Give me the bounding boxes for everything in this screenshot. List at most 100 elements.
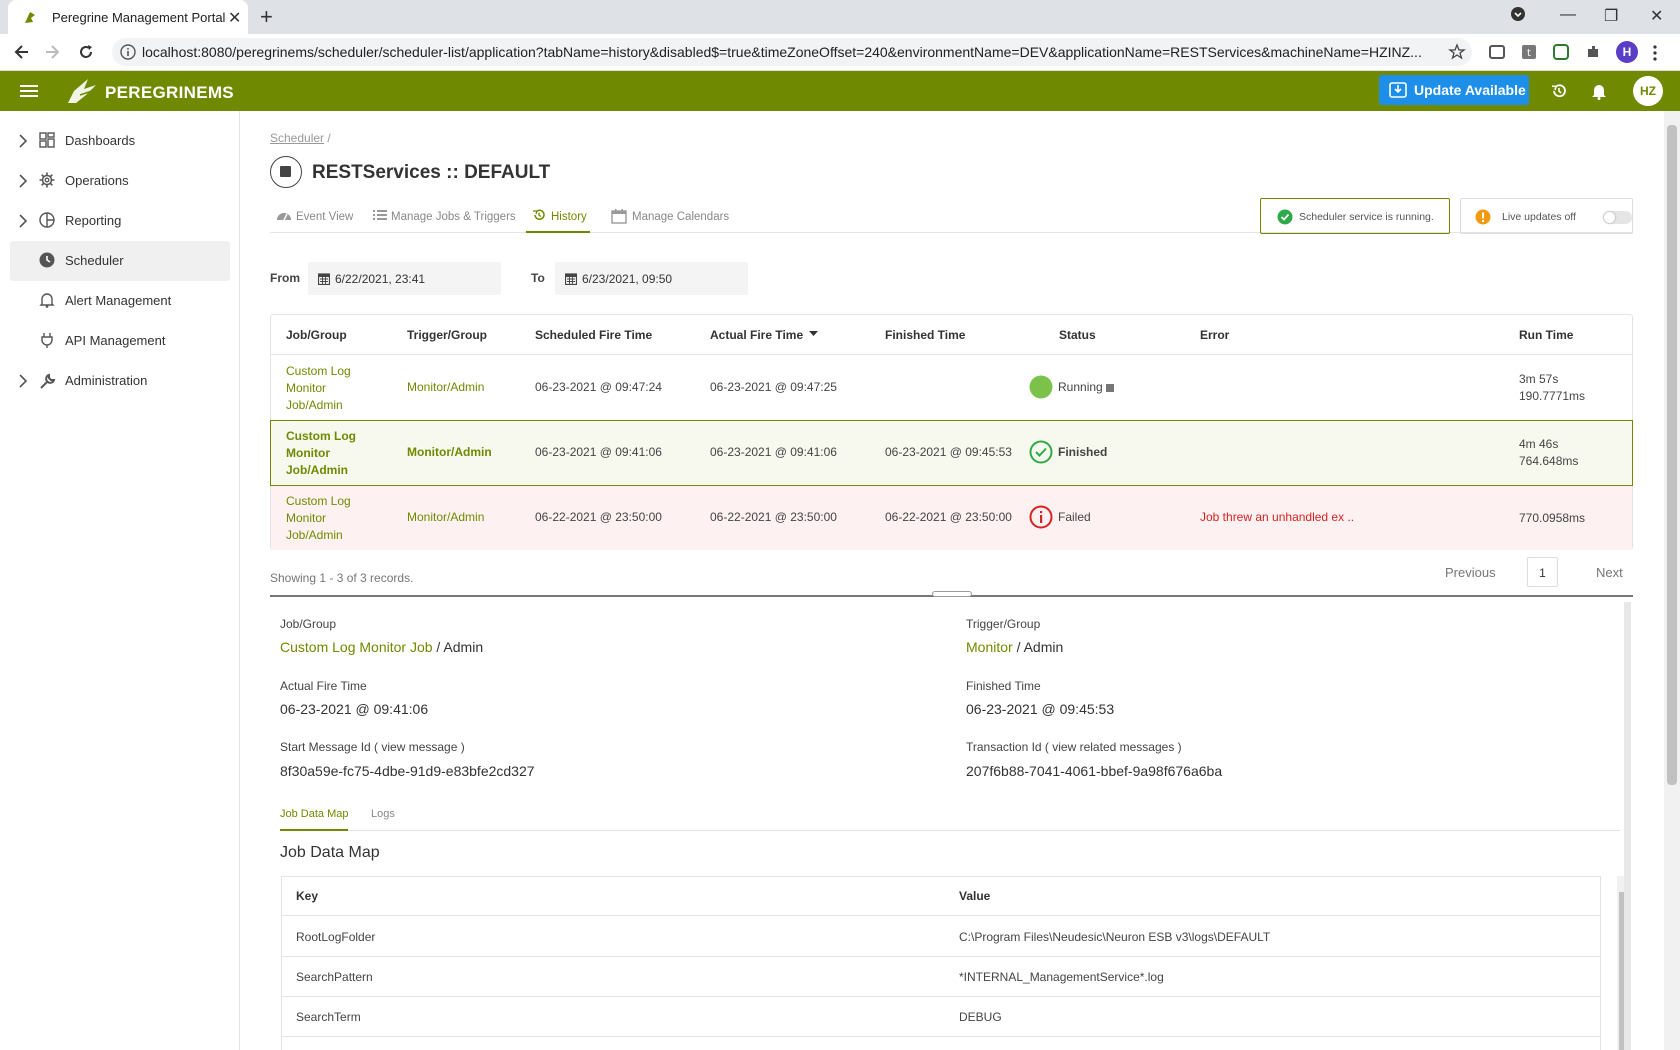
start-message-label[interactable]: Start Message Id ( view message ) [280, 740, 465, 754]
stop-job-icon[interactable] [1106, 383, 1115, 392]
breadcrumb-scheduler-link[interactable]: Scheduler [270, 131, 324, 145]
scheduled-time: 06-23-2021 @ 09:47:24 [535, 380, 662, 394]
scheduled-time: 06-22-2021 @ 23:50:00 [535, 510, 662, 524]
address-bar[interactable]: localhost:8080/peregrinems/scheduler/sch… [112, 38, 1472, 66]
notifications-bell-icon[interactable] [1591, 82, 1607, 100]
tab-manage-calendars[interactable]: Manage Calendars [605, 201, 729, 233]
transaction-id-link[interactable]: 207f6b88-7041-4061-bbef-9a98f676a6ba [966, 763, 1222, 779]
col-finished-time[interactable]: Finished Time [885, 328, 965, 342]
sidebar-item-reporting[interactable]: Reporting [10, 201, 230, 241]
job-details-panel: Job/Group Custom Log Monitor Job / Admin… [270, 598, 1633, 1050]
extensions-puzzle-icon[interactable] [1584, 43, 1602, 61]
sidebar-item-administration[interactable]: Administration [10, 361, 230, 401]
extension-1-icon[interactable] [1488, 43, 1506, 61]
job-data-map-title: Job Data Map [280, 844, 380, 861]
table-row: SearchTerm DEBUG [282, 997, 1600, 1037]
col-trigger-group[interactable]: Trigger/Group [407, 328, 487, 342]
sidebar-item-alert-management[interactable]: Alert Management [10, 281, 230, 321]
col-job-group[interactable]: Job/Group [286, 328, 347, 342]
to-date-value: 6/23/2021, 09:50 [582, 272, 673, 286]
col-actual-fire-time[interactable]: Actual Fire Time [710, 328, 803, 342]
col-scheduled-fire-time[interactable]: Scheduled Fire Time [535, 328, 652, 342]
forward-icon[interactable] [42, 42, 62, 62]
job-group-link[interactable]: Custom Log Monitor Job/Admin [286, 493, 376, 544]
breadcrumb-separator: / [327, 131, 331, 145]
browser-menu-icon[interactable] [1652, 44, 1658, 62]
job-group-label: Job/Group [280, 617, 337, 631]
back-icon[interactable] [12, 42, 32, 62]
scrollbar-thumb[interactable] [1667, 125, 1677, 785]
sidebar-item-api-management[interactable]: API Management [10, 321, 230, 361]
tab-event-view[interactable]: Event View [270, 201, 360, 233]
profile-avatar[interactable]: H [1616, 41, 1638, 63]
update-available-button[interactable]: Update Available [1379, 75, 1529, 105]
to-date-input[interactable]: 6/23/2021, 09:50 [555, 262, 748, 295]
next-page-button[interactable]: Next [1596, 565, 1623, 580]
sidebar-item-label: API Management [65, 333, 166, 348]
sidebar-item-label: Scheduler [65, 253, 124, 268]
actual-time: 06-23-2021 @ 09:41:06 [710, 445, 837, 459]
jdm-value: DEBUG [959, 1010, 1002, 1024]
table-header: Job/Group Trigger/Group Scheduled Fire T… [271, 315, 1632, 355]
from-date-value: 6/22/2021, 23:41 [335, 272, 426, 286]
close-window-icon[interactable]: ✕ [1650, 6, 1663, 26]
trigger-group-value: Monitor / Admin [966, 639, 1064, 655]
stop-scheduler-button[interactable] [270, 156, 302, 188]
detail-tabs: Job Data Map Logs [280, 801, 1620, 831]
history-icon[interactable] [1550, 82, 1568, 100]
extension-3-icon[interactable] [1552, 43, 1570, 61]
tab-job-data-map[interactable]: Job Data Map [280, 808, 349, 831]
sidebar-item-scheduler[interactable]: Scheduler [10, 241, 230, 281]
tab-search-icon[interactable] [1510, 6, 1526, 22]
calendar-icon [318, 272, 330, 285]
sidebar-item-dashboards[interactable]: Dashboards [10, 121, 230, 161]
close-tab-icon[interactable]: ✕ [228, 8, 241, 28]
failed-info-icon [1029, 505, 1053, 529]
current-page[interactable]: 1 [1527, 557, 1558, 587]
live-updates-toggle[interactable] [1603, 211, 1632, 224]
error-link[interactable]: Job threw an unhandled ex .. [1200, 510, 1354, 524]
trigger-name-link[interactable]: Monitor [966, 639, 1013, 655]
url-text: localhost:8080/peregrinems/scheduler/sch… [142, 44, 1422, 60]
table-row[interactable]: Custom Log Monitor Job/Admin Monitor/Admin… [271, 486, 1632, 550]
brand-name: PEREGRINEMS [105, 83, 234, 102]
details-scrollbar[interactable] [1624, 602, 1631, 1050]
start-message-id-link[interactable]: 8f30a59e-fc75-4dbe-91d9-e83bfe2cd327 [280, 763, 535, 779]
col-status[interactable]: Status [1059, 328, 1096, 342]
table-row-selected[interactable]: Custom Log Monitor Job/Admin Monitor/Admin… [270, 420, 1633, 486]
sidebar-item-operations[interactable]: Operations [10, 161, 230, 201]
sort-desc-icon[interactable] [809, 331, 819, 337]
browser-tab[interactable]: Peregrine Management Portal ✕ [8, 0, 248, 34]
job-group-link[interactable]: Custom Log Monitor Job/Admin [286, 428, 376, 479]
splitter-handle[interactable] [932, 591, 972, 597]
user-avatar[interactable]: HZ [1633, 76, 1663, 106]
job-name-link[interactable]: Custom Log Monitor Job [280, 639, 433, 655]
menu-icon[interactable] [20, 83, 38, 99]
page-scrollbar[interactable] [1664, 111, 1680, 1050]
app-header: PEREGRINEMS Update Available HZ [0, 71, 1680, 111]
reload-icon[interactable] [76, 42, 96, 62]
trigger-group-link[interactable]: Monitor/Admin [407, 380, 484, 394]
transaction-id-label[interactable]: Transaction Id ( view related messages ) [966, 740, 1182, 754]
table-header: Key Value [282, 877, 1600, 916]
table-row[interactable]: Custom Log Monitor Job/Admin Monitor/Admin… [271, 356, 1632, 420]
live-updates-label: Live updates off [1502, 211, 1576, 223]
tab-history[interactable]: History [526, 201, 590, 233]
trigger-group-link[interactable]: Monitor/Admin [407, 510, 484, 524]
col-error[interactable]: Error [1200, 328, 1229, 342]
extension-2-icon[interactable]: t [1520, 43, 1538, 61]
site-info-icon[interactable] [120, 44, 136, 60]
col-run-time[interactable]: Run Time [1519, 328, 1573, 342]
restore-icon[interactable]: ❐ [1604, 6, 1618, 26]
trigger-group-link[interactable]: Monitor/Admin [407, 445, 492, 459]
bookmark-star-icon[interactable] [1448, 43, 1466, 61]
new-tab-icon[interactable]: + [260, 4, 273, 30]
from-date-input[interactable]: 6/22/2021, 23:41 [308, 262, 501, 295]
tab-manage-jobs[interactable]: Manage Jobs & Triggers [367, 201, 517, 233]
job-group-link[interactable]: Custom Log Monitor Job/Admin [286, 363, 376, 414]
minimize-icon[interactable]: — [1560, 6, 1576, 24]
previous-page-button[interactable]: Previous [1445, 565, 1496, 580]
calendar-icon [611, 208, 627, 224]
tab-logs[interactable]: Logs [371, 808, 395, 831]
actual-time: 06-23-2021 @ 09:47:25 [710, 380, 837, 394]
